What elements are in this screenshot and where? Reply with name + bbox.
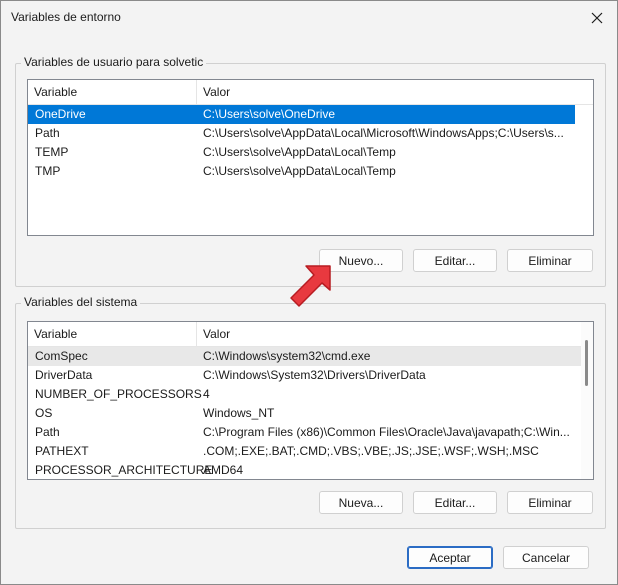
variable-name: OS bbox=[35, 406, 53, 420]
table-row[interactable]: PATHEXT .COM;.EXE;.BAT;.CMD;.VBS;.VBE;.JS… bbox=[28, 442, 581, 461]
system-delete-button[interactable]: Eliminar bbox=[507, 491, 593, 514]
close-icon bbox=[591, 12, 603, 24]
scrollbar-thumb[interactable] bbox=[585, 340, 588, 386]
variable-name: Path bbox=[35, 126, 60, 140]
variable-value: Windows_NT bbox=[203, 406, 275, 420]
user-variables-header: Variable Valor bbox=[28, 80, 593, 105]
variable-name: TMP bbox=[35, 164, 61, 178]
pointer-arrow-annotation bbox=[290, 265, 331, 307]
table-row[interactable]: DriverData C:\Windows\System32\Drivers\Dr… bbox=[28, 366, 581, 385]
close-button[interactable] bbox=[583, 5, 611, 31]
user-variables-group-label: Variables de usuario para solvetic bbox=[21, 55, 207, 69]
system-variables-group-label: Variables del sistema bbox=[21, 295, 141, 309]
accept-button[interactable]: Aceptar bbox=[407, 546, 493, 569]
user-delete-button[interactable]: Eliminar bbox=[507, 249, 593, 272]
table-row[interactable]: OneDrive C:\Users\solve\OneDrive bbox=[28, 105, 575, 124]
variable-value: C:\Windows\System32\Drivers\DriverData bbox=[203, 368, 426, 382]
variable-value: C:\Users\solve\OneDrive bbox=[203, 107, 336, 121]
user-variables-list[interactable]: Variable Valor OneDrive C:\Users\solve\On… bbox=[27, 79, 594, 236]
column-header-value[interactable]: Valor bbox=[197, 80, 593, 104]
table-row[interactable]: PROCESSOR_ARCHITECTURE AMD64 bbox=[28, 461, 581, 479]
variable-name: PATHEXT bbox=[35, 444, 89, 458]
environment-variables-dialog: Variables de entorno Variables de usuari… bbox=[0, 0, 618, 585]
variable-value: C:\Program Files (x86)\Common Files\Orac… bbox=[203, 425, 570, 439]
variable-name: DriverData bbox=[35, 368, 93, 382]
column-header-variable[interactable]: Variable bbox=[28, 322, 197, 346]
table-row[interactable]: Path C:\Users\solve\AppData\Local\Microso… bbox=[28, 124, 575, 143]
column-header-variable[interactable]: Variable bbox=[28, 80, 197, 104]
table-row[interactable]: TEMP C:\Users\solve\AppData\Local\Temp bbox=[28, 143, 575, 162]
variable-name: NUMBER_OF_PROCESSORS bbox=[35, 387, 202, 401]
table-row[interactable]: TMP C:\Users\solve\AppData\Local\Temp bbox=[28, 162, 575, 181]
variable-name: PROCESSOR_ARCHITECTURE bbox=[35, 463, 213, 477]
variable-value: C:\Windows\system32\cmd.exe bbox=[203, 349, 371, 363]
column-header-value[interactable]: Valor bbox=[197, 322, 581, 346]
variable-value: C:\Users\solve\AppData\Local\Temp bbox=[203, 164, 396, 178]
table-row[interactable]: ComSpec C:\Windows\system32\cmd.exe bbox=[28, 347, 581, 366]
system-variables-scrollbar[interactable] bbox=[581, 322, 593, 479]
user-edit-button[interactable]: Editar... bbox=[413, 249, 497, 272]
table-row[interactable]: NUMBER_OF_PROCESSORS 4 bbox=[28, 385, 581, 404]
variable-value: 4 bbox=[203, 387, 210, 401]
variable-value: C:\Users\solve\AppData\Local\Microsoft\W… bbox=[203, 126, 564, 140]
variable-value: C:\Users\solve\AppData\Local\Temp bbox=[203, 145, 396, 159]
table-row[interactable]: Path C:\Program Files (x86)\Common Files\… bbox=[28, 423, 581, 442]
table-row[interactable]: OS Windows_NT bbox=[28, 404, 581, 423]
variable-name: Path bbox=[35, 425, 60, 439]
window-title: Variables de entorno bbox=[11, 10, 121, 24]
system-variables-header: Variable Valor bbox=[28, 322, 581, 347]
variable-name: TEMP bbox=[35, 145, 69, 159]
system-edit-button[interactable]: Editar... bbox=[413, 491, 497, 514]
variable-value: AMD64 bbox=[203, 463, 244, 477]
system-variables-list[interactable]: Variable Valor ComSpec C:\Windows\system3… bbox=[27, 321, 594, 480]
variable-name: OneDrive bbox=[35, 107, 86, 121]
variable-name: ComSpec bbox=[35, 349, 88, 363]
system-new-button[interactable]: Nueva... bbox=[319, 491, 403, 514]
title-bar: Variables de entorno bbox=[1, 1, 617, 35]
cancel-button[interactable]: Cancelar bbox=[503, 546, 589, 569]
variable-value: .COM;.EXE;.BAT;.CMD;.VBS;.VBE;.JS;.JSE;.… bbox=[203, 444, 539, 458]
